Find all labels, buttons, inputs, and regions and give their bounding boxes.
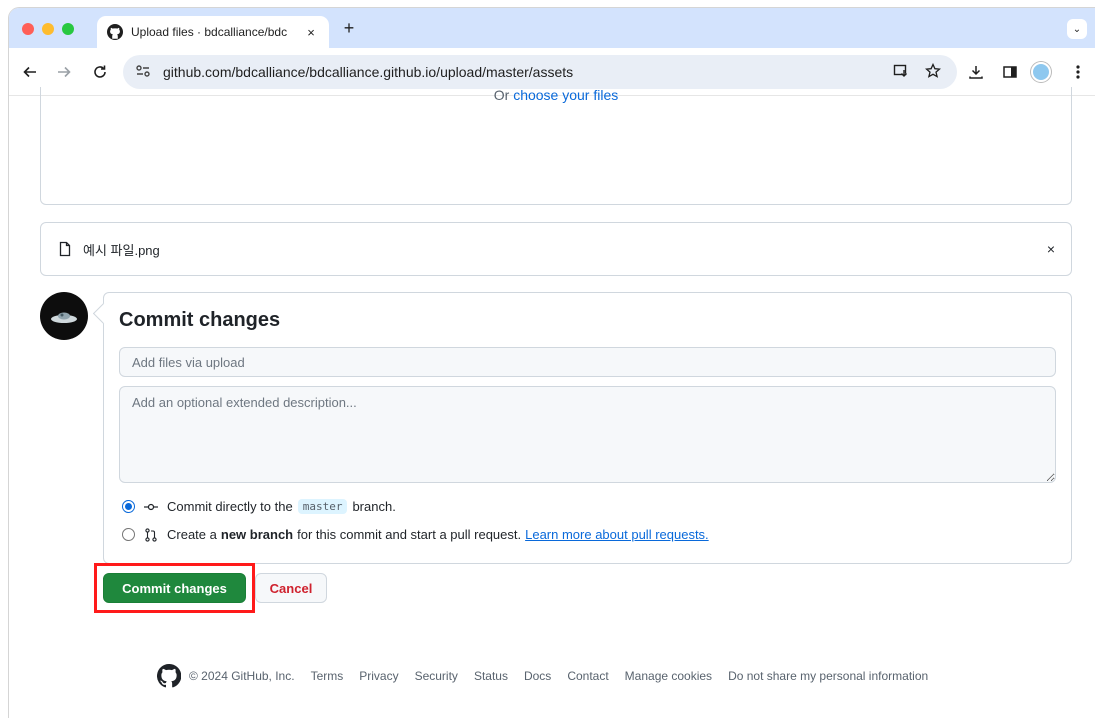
github-logo-icon[interactable] [157, 664, 181, 688]
active-tab[interactable]: Upload files · bdcalliance/bdc × [97, 16, 329, 48]
commit-direct-label-prefix: Commit directly to the [167, 499, 293, 514]
file-name: 예시 파일.png [83, 242, 160, 258]
file-icon [57, 241, 73, 257]
user-avatar[interactable] [40, 292, 88, 340]
commit-direct-radio[interactable] [122, 500, 135, 513]
footer-copyright: © 2024 GitHub, Inc. [189, 669, 295, 683]
commit-title: Commit changes [119, 309, 281, 331]
commit-changes-button[interactable]: Commit changes [103, 573, 246, 603]
choose-files-text: Or choose your files [41, 87, 1071, 103]
close-window-button[interactable] [22, 23, 34, 35]
site-info-icon[interactable] [135, 64, 155, 81]
address-bar[interactable]: github.com/bdcalliance/bdcalliance.githu… [123, 55, 957, 89]
footer-link-docs[interactable]: Docs [524, 669, 551, 683]
star-icon[interactable] [921, 62, 945, 82]
new-branch-radio[interactable] [122, 528, 135, 541]
choose-prefix: Or [493, 87, 514, 103]
avatar [1031, 62, 1051, 82]
new-branch-option[interactable]: Create a new branch for this commit and … [122, 527, 709, 542]
commit-direct-option[interactable]: Commit directly to the master branch. [122, 499, 396, 514]
upload-dropzone[interactable]: Or choose your files [40, 87, 1072, 205]
profile-avatar[interactable] [1030, 61, 1052, 83]
footer-link-terms[interactable]: Terms [311, 669, 344, 683]
github-icon [107, 24, 123, 40]
branch-name: master [297, 499, 348, 514]
footer-link-security[interactable]: Security [415, 669, 458, 683]
forward-icon[interactable] [53, 61, 75, 83]
install-app-icon[interactable] [889, 63, 913, 82]
learn-more-link[interactable]: Learn more about pull requests. [525, 527, 709, 542]
footer-link-do-not-share[interactable]: Do not share my personal information [728, 669, 928, 683]
minimize-window-button[interactable] [42, 23, 54, 35]
url-text[interactable]: github.com/bdcalliance/bdcalliance.githu… [163, 64, 881, 80]
side-panel-icon[interactable] [999, 61, 1021, 83]
tab-search-button[interactable]: ⌄ [1067, 19, 1087, 39]
cancel-button[interactable]: Cancel [255, 573, 327, 603]
back-icon[interactable] [19, 61, 41, 83]
commit-form: Commit changes Commit directly to the ma… [103, 292, 1072, 564]
tab-title: Upload files · bdcalliance/bdc [131, 25, 288, 39]
browser-window: Upload files · bdcalliance/bdc × + ⌄ git… [9, 8, 1095, 718]
new-branch-label-bold: new branch [220, 527, 294, 542]
tab-strip: Upload files · bdcalliance/bdc × + ⌄ [9, 8, 1095, 48]
git-pull-request-icon [143, 527, 159, 542]
tab-close-icon[interactable]: × [303, 25, 319, 40]
commit-direct-label-suffix: branch. [352, 499, 396, 514]
new-tab-button[interactable]: + [339, 18, 359, 39]
new-branch-label-prefix: Create a [167, 527, 217, 542]
maximize-window-button[interactable] [62, 23, 74, 35]
footer-link-privacy[interactable]: Privacy [359, 669, 398, 683]
page-footer: © 2024 GitHub, Inc. Terms Privacy Securi… [157, 664, 944, 688]
commit-description-input[interactable] [119, 386, 1056, 483]
footer-link-status[interactable]: Status [474, 669, 508, 683]
new-branch-label-suffix: for this commit and start a pull request… [297, 527, 522, 542]
commit-summary-input[interactable] [119, 347, 1056, 377]
footer-link-contact[interactable]: Contact [567, 669, 608, 683]
download-icon[interactable] [965, 61, 987, 83]
menu-icon[interactable] [1067, 61, 1089, 83]
git-commit-icon [143, 500, 159, 514]
page-content: Or choose your files 예시 파일.png × Commit … [9, 87, 1095, 718]
remove-file-icon[interactable]: × [1047, 241, 1055, 257]
uploaded-file-row: 예시 파일.png × [40, 222, 1072, 276]
choose-files-link[interactable]: choose your files [513, 87, 618, 103]
footer-link-manage-cookies[interactable]: Manage cookies [625, 669, 712, 683]
reload-icon[interactable] [89, 61, 111, 83]
